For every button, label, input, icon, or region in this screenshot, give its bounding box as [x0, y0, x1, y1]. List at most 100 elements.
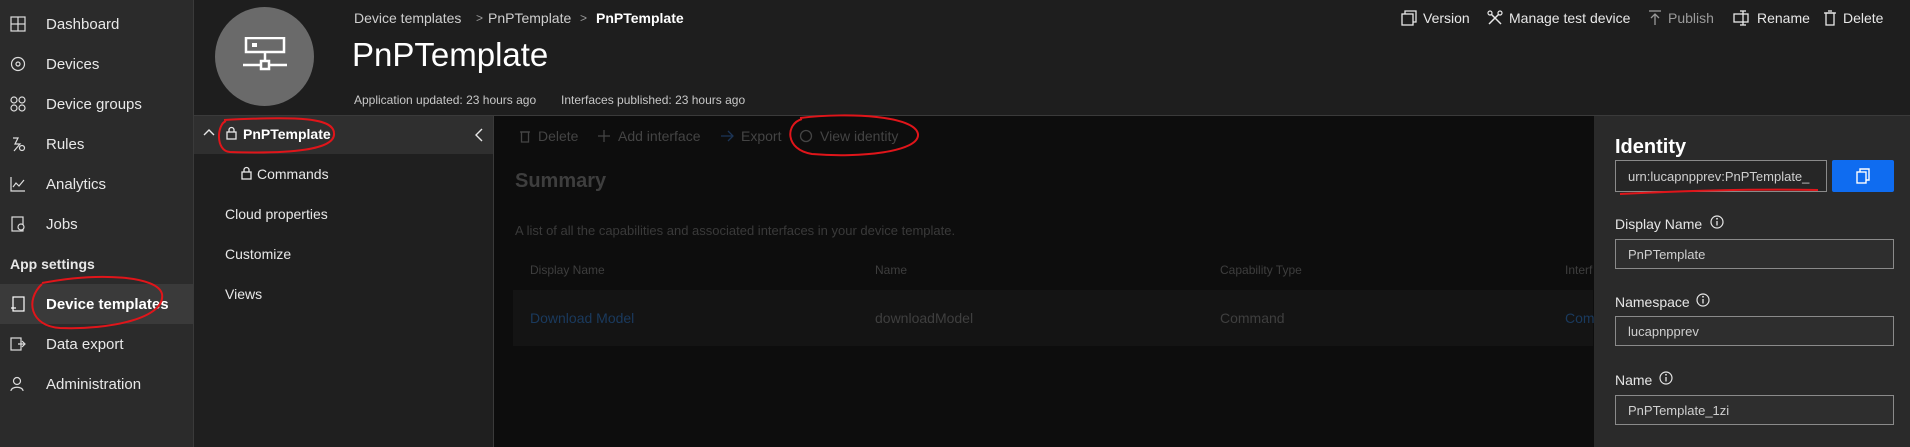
- plus-icon: [597, 129, 611, 143]
- lock-icon: [241, 166, 252, 180]
- identity-id-field[interactable]: urn:lucapnpprev:PnPTemplate_: [1615, 160, 1827, 192]
- rename-label: Rename: [1757, 10, 1810, 26]
- name-field[interactable]: PnPTemplate_1zi: [1615, 395, 1894, 425]
- manage-test-device-label: Manage test device: [1509, 10, 1631, 26]
- tree-item-customize[interactable]: Customize: [225, 246, 291, 262]
- devices-icon: [10, 56, 26, 72]
- nav-item-rules[interactable]: Rules: [0, 124, 193, 164]
- nav-item-data-export[interactable]: Data export: [0, 324, 193, 364]
- chevron-right-icon: >: [476, 11, 484, 25]
- trash-icon: [1823, 10, 1837, 26]
- collapse-pane-icon[interactable]: [474, 128, 484, 142]
- nav-label: Device templates: [46, 295, 169, 313]
- device-templates-icon: [10, 296, 26, 312]
- cell-capability-type: Command: [1220, 310, 1285, 326]
- namespace-label: Namespace: [1615, 294, 1690, 310]
- name-label: Name: [1615, 372, 1653, 388]
- interfaces-published-text: Interfaces published: 23 hours ago: [561, 93, 746, 107]
- tree-item-cloud-properties[interactable]: Cloud properties: [225, 206, 328, 222]
- column-header-capability-type[interactable]: Capability Type: [1220, 263, 1302, 277]
- chevron-up-icon[interactable]: [203, 127, 215, 137]
- summary-title: Summary: [515, 170, 607, 192]
- info-icon[interactable]: [1659, 371, 1673, 385]
- device-groups-icon: [10, 96, 26, 112]
- tree-item-views[interactable]: Views: [225, 286, 262, 302]
- nav-label: Device groups: [46, 95, 142, 113]
- template-tree-pane: [194, 116, 494, 447]
- display-name-field[interactable]: PnPTemplate: [1615, 239, 1894, 269]
- copy-button[interactable]: [1832, 160, 1894, 192]
- copy-icon: [1856, 168, 1870, 184]
- tools-icon: [1487, 10, 1503, 26]
- tree-root-item[interactable]: [194, 116, 493, 154]
- delete-label: Delete: [1843, 10, 1884, 26]
- version-button[interactable]: Version: [1401, 8, 1470, 28]
- nav-label: Data export: [46, 335, 124, 353]
- nav-item-device-groups[interactable]: Device groups: [0, 84, 193, 124]
- arrow-right-icon: [720, 129, 734, 143]
- nav-label: Devices: [46, 55, 100, 73]
- template-avatar: [215, 7, 314, 106]
- nav-item-dashboard[interactable]: Dashboard: [0, 4, 193, 44]
- tree-item-commands[interactable]: Commands: [257, 166, 329, 182]
- trash-icon: [519, 129, 531, 143]
- nav-item-analytics[interactable]: Analytics: [0, 164, 193, 204]
- info-icon[interactable]: [1696, 293, 1710, 307]
- publish-button[interactable]: Publish: [1648, 8, 1714, 28]
- summary-description: A list of all the capabilities and assoc…: [515, 223, 956, 238]
- dashboard-icon: [10, 16, 26, 32]
- administration-icon: [10, 376, 26, 392]
- rename-icon: [1733, 10, 1751, 26]
- data-export-icon: [10, 336, 26, 352]
- export-button[interactable]: Export: [720, 127, 781, 145]
- nav-label: Jobs: [46, 215, 78, 233]
- left-navigation: Dashboard Devices Device groups Rules An…: [0, 0, 194, 447]
- nav-item-devices[interactable]: Devices: [0, 44, 193, 84]
- cell-name: downloadModel: [875, 310, 974, 326]
- view-identity-button[interactable]: View identity: [799, 127, 898, 145]
- nav-label: Rules: [46, 135, 85, 153]
- analytics-icon: [10, 176, 26, 192]
- breadcrumb-current: PnPTemplate: [596, 10, 684, 26]
- delete-button[interactable]: Delete: [1823, 8, 1883, 28]
- info-icon[interactable]: [1710, 215, 1724, 229]
- identity-title: Identity: [1615, 136, 1687, 158]
- nav-section-app-settings: App settings: [10, 256, 95, 272]
- nav-item-jobs[interactable]: Jobs: [0, 204, 193, 244]
- publish-icon: [1648, 10, 1662, 26]
- add-interface-label: Add interface: [618, 128, 701, 144]
- rules-icon: [10, 136, 26, 152]
- nav-item-device-templates[interactable]: Device templates: [0, 284, 193, 324]
- display-name-label: Display Name: [1615, 216, 1703, 232]
- nav-label: Administration: [46, 375, 142, 393]
- breadcrumb-template[interactable]: PnPTemplate: [488, 10, 571, 26]
- table-row[interactable]: [513, 290, 1593, 346]
- column-header-interface[interactable]: Interf: [1565, 263, 1592, 277]
- nav-label: Analytics: [46, 175, 107, 193]
- publish-label: Publish: [1668, 10, 1714, 26]
- main-content-overlay: [494, 116, 1594, 447]
- cell-display-name[interactable]: Download Model: [530, 310, 634, 326]
- export-label: Export: [741, 128, 782, 144]
- app-updated-text: Application updated: 23 hours ago: [354, 93, 537, 107]
- toolbar-delete-label: Delete: [538, 128, 579, 144]
- breadcrumb-device-templates[interactable]: Device templates: [354, 10, 461, 26]
- page-title: PnPTemplate: [352, 36, 549, 73]
- rename-button[interactable]: Rename: [1733, 8, 1810, 28]
- chevron-right-icon: >: [580, 11, 588, 25]
- version-label: Version: [1423, 10, 1470, 26]
- lock-icon: [226, 126, 237, 140]
- namespace-field[interactable]: lucapnpprev: [1615, 316, 1894, 346]
- version-icon: [1401, 10, 1417, 26]
- identity-icon: [799, 129, 813, 143]
- column-header-name[interactable]: Name: [875, 263, 907, 277]
- add-interface-button[interactable]: Add interface: [597, 127, 701, 145]
- column-header-display-name[interactable]: Display Name: [530, 263, 605, 277]
- nav-label: Dashboard: [46, 15, 120, 33]
- tree-root-label: PnPTemplate: [243, 126, 331, 142]
- manage-test-device-button[interactable]: Manage test device: [1487, 8, 1630, 28]
- nav-item-administration[interactable]: Administration: [0, 364, 193, 404]
- network-device-icon: [242, 37, 288, 75]
- toolbar-delete-button[interactable]: Delete: [519, 127, 578, 145]
- view-identity-label: View identity: [820, 128, 899, 144]
